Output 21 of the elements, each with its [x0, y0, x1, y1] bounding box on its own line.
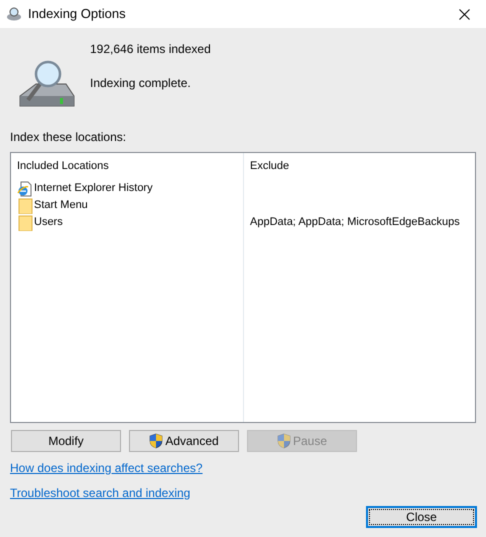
shield-icon	[276, 433, 291, 449]
window-title: Indexing Options	[28, 5, 126, 24]
shield-icon	[149, 433, 164, 449]
action-button[interactable]: Modify	[11, 430, 121, 452]
location-item[interactable]: Users	[17, 214, 243, 231]
exclude-cell-text: AppData; AppData; MicrosoftEdgeBackups	[250, 215, 460, 230]
app-icon	[6, 6, 22, 22]
section-label: Index these locations:	[10, 130, 126, 144]
location-item[interactable]: Internet Explorer History	[17, 180, 243, 197]
action-button[interactable]: Advanced	[129, 430, 239, 452]
indexing-status: Indexing complete.	[90, 75, 192, 92]
close-button[interactable]: Close	[366, 506, 477, 528]
folder-icon	[17, 214, 33, 230]
web-page-icon	[17, 180, 33, 196]
help-link[interactable]: Troubleshoot search and indexing	[10, 484, 190, 502]
items-indexed-count: 192,646 items indexed	[90, 41, 211, 58]
folder-icon	[17, 198, 33, 214]
location-item[interactable]: Start Menu	[17, 197, 243, 214]
help-link[interactable]: How does indexing affect searches?	[10, 459, 203, 477]
column-header: Included Locations	[17, 159, 110, 174]
column-header: Exclude	[250, 159, 290, 174]
